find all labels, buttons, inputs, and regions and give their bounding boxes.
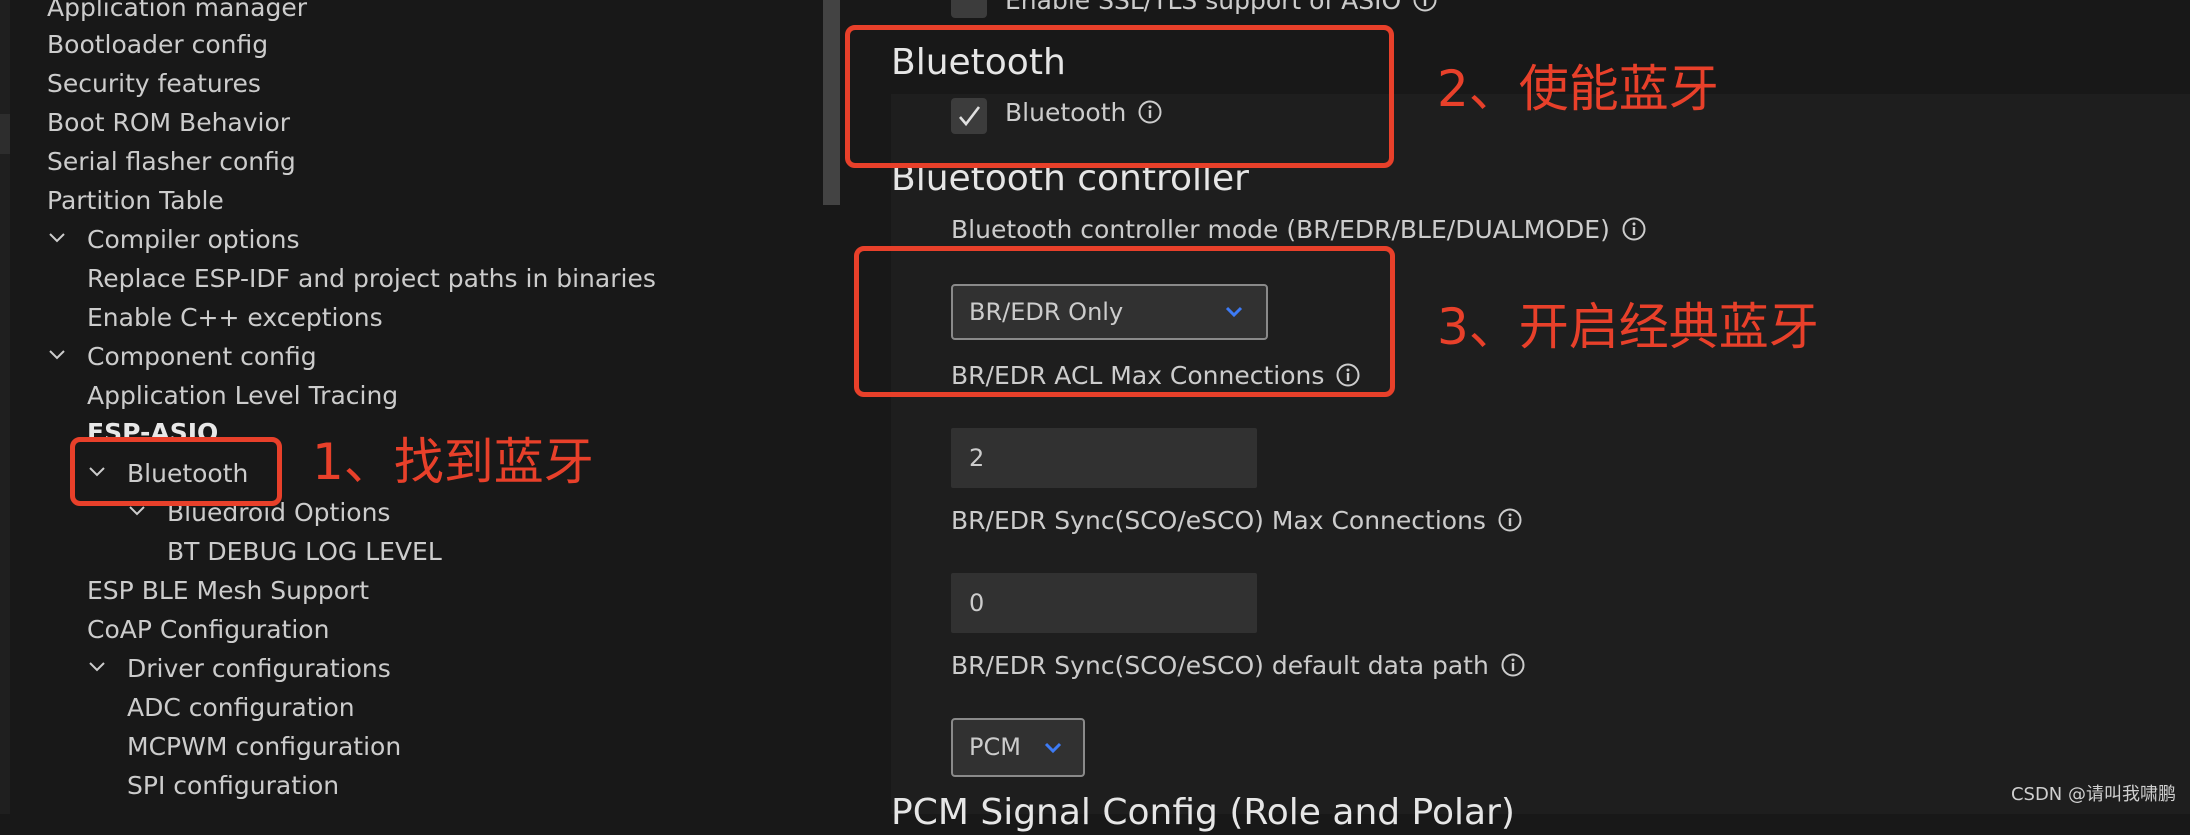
tree-item-security-features[interactable]: Security features [47,64,261,103]
tree-item-label: Compiler options [87,225,300,254]
tree-item-application-level-tracing[interactable]: Application Level Tracing [87,376,398,415]
tree-item-coap-configuration[interactable]: CoAP Configuration [87,610,329,649]
tree-item-partition-table[interactable]: Partition Table [47,181,224,220]
activity-bar-indicator [0,114,10,154]
tree-item-application-manager[interactable]: Application manager [47,0,307,27]
info-icon[interactable] [1413,0,1437,12]
tree-item-compiler-options[interactable]: Compiler options [47,220,300,259]
chevron-down-icon [1043,738,1063,758]
tree-item-label: Driver configurations [127,654,391,683]
callout-box-step3 [854,246,1395,397]
sync-data-path-select[interactable]: PCM [951,718,1085,777]
asio-ssl-checkbox[interactable] [951,0,987,18]
callout-box-step2 [845,25,1394,168]
tree-item-bootloader-config[interactable]: Bootloader config [47,25,268,64]
tree-item-adc-configuration[interactable]: ADC configuration [127,688,355,727]
asio-ssl-label: Enable SSL/TLS support of ASIO [1005,0,1437,18]
tree-item-esp-ble-mesh-support[interactable]: ESP BLE Mesh Support [87,571,369,610]
tree-item-label: Component config [87,342,317,371]
activity-bar-edge [0,0,10,814]
tree-item-bt-debug-log-level[interactable]: BT DEBUG LOG LEVEL [167,532,442,571]
sync-data-path-label: BR/EDR Sync(SCO/eSCO) default data path [951,649,1525,683]
info-icon[interactable] [1498,508,1522,532]
tree-item-spi-configuration[interactable]: SPI configuration [127,766,339,805]
callout-box-step1 [70,437,282,506]
section-title-pcm-signal-config: PCM Signal Config (Role and Polar) [891,792,1515,833]
watermark: CSDN @请叫我啸鹏 [2010,784,2176,805]
tree-item-driver-configurations[interactable]: Driver configurations [87,649,391,688]
tree-item-replace-paths[interactable]: Replace ESP-IDF and project paths in bin… [87,259,656,298]
tree-item-mcpwm-configuration[interactable]: MCPWM configuration [127,727,401,766]
tree-item-serial-flasher-config[interactable]: Serial flasher config [47,142,296,181]
chevron-down-icon[interactable] [87,656,107,676]
callout-text-step2: 2、使能蓝牙 [1437,60,1719,118]
info-icon[interactable] [1622,217,1646,241]
callout-text-step1: 1、找到蓝牙 [312,433,594,491]
chevron-down-icon[interactable] [47,227,67,247]
sync-max-connections-input[interactable]: 0 [951,573,1257,633]
chevron-down-icon[interactable] [47,344,67,364]
callout-text-step3: 3、开启经典蓝牙 [1437,298,1819,356]
tree-item-enable-cpp-exceptions[interactable]: Enable C++ exceptions [87,298,383,337]
sidebar-scrollbar-thumb[interactable] [823,0,840,205]
tree-item-boot-rom-behavior[interactable]: Boot ROM Behavior [47,103,290,142]
tree-item-component-config[interactable]: Component config [47,337,317,376]
settings-tree: Application manager Bootloader config Se… [0,0,840,814]
info-icon[interactable] [1501,653,1525,677]
sync-data-path-value: PCM [969,733,1021,761]
controller-mode-label: Bluetooth controller mode (BR/EDR/BLE/DU… [951,213,1646,247]
sync-max-connections-label: BR/EDR Sync(SCO/eSCO) Max Connections [951,504,1522,538]
acl-max-connections-input[interactable]: 2 [951,428,1257,488]
